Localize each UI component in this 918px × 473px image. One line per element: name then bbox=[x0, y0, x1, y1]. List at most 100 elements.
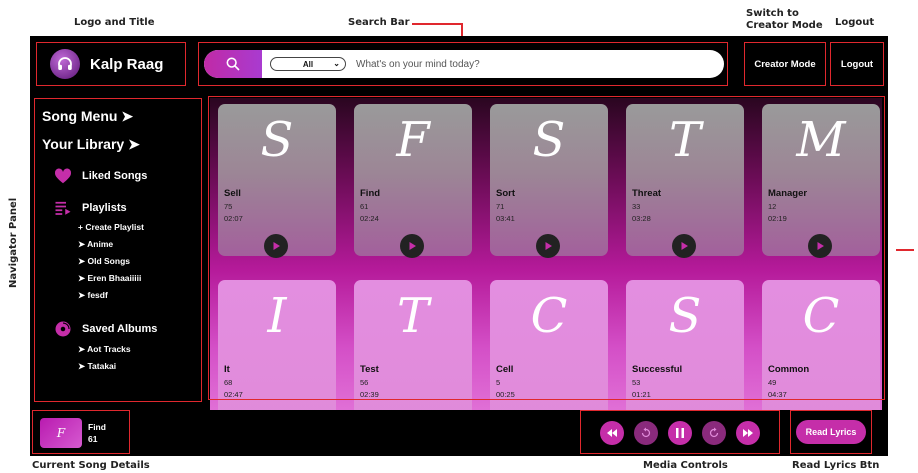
logo-and-title[interactable]: Kalp Raag bbox=[36, 42, 186, 86]
album-link[interactable]: ➤ Aot Tracks bbox=[78, 344, 131, 355]
playlist-link[interactable]: ➤ Anime bbox=[78, 239, 113, 250]
next-track-button[interactable] bbox=[736, 421, 760, 445]
playlist-link[interactable]: + Create Playlist bbox=[78, 222, 144, 232]
annot-switch-creator-1: Switch to bbox=[746, 8, 799, 19]
song-art-glyph: S bbox=[532, 112, 566, 168]
current-song-count: 61 bbox=[88, 434, 98, 444]
play-button[interactable] bbox=[536, 234, 560, 258]
song-title: Sell bbox=[224, 188, 241, 199]
song-title: Successful bbox=[632, 364, 683, 375]
song-title: Find bbox=[360, 188, 381, 199]
read-lyrics-button[interactable]: Read Lyrics bbox=[796, 420, 866, 444]
liked-songs-label: Liked Songs bbox=[82, 170, 148, 182]
song-duration: 02:47 bbox=[224, 390, 243, 399]
song-card[interactable]: T Threat 33 03:28 bbox=[626, 104, 744, 258]
annot-arrow bbox=[896, 249, 914, 251]
annot-arrow bbox=[412, 23, 462, 25]
search-filter-select[interactable]: All ⌄ bbox=[270, 57, 346, 71]
song-grid: S Sell 75 02:07 F Find 61 02:24 S Sort 71 03:41 T Thr… bbox=[210, 98, 882, 410]
song-duration: 02:07 bbox=[224, 214, 243, 223]
annot-search-bar: Search Bar bbox=[348, 17, 410, 28]
search-bar[interactable]: All ⌄ What's on your mind today? bbox=[204, 50, 724, 78]
pause-icon bbox=[676, 428, 684, 438]
playlists-label: Playlists bbox=[82, 202, 127, 214]
search-input[interactable]: What's on your mind today? bbox=[356, 59, 480, 70]
song-duration: 03:28 bbox=[632, 214, 651, 223]
song-duration: 02:24 bbox=[360, 214, 379, 223]
song-count: 33 bbox=[632, 202, 641, 211]
search-filter-value: All bbox=[302, 59, 314, 69]
seek-forward-button[interactable] bbox=[702, 421, 726, 445]
annotated-screenshot: Logo and Title Search Bar Switch to Crea… bbox=[0, 0, 918, 473]
song-title: Threat bbox=[632, 188, 662, 199]
song-count: 12 bbox=[768, 202, 777, 211]
current-song-name: Find bbox=[88, 422, 106, 432]
chevron-down-icon: ⌄ bbox=[333, 59, 340, 68]
playlists-item[interactable]: Playlists bbox=[54, 200, 127, 216]
song-count: 61 bbox=[360, 202, 369, 211]
current-song-details[interactable]: F Find 61 bbox=[36, 414, 128, 452]
seek-back-button[interactable] bbox=[634, 421, 658, 445]
song-card[interactable]: M Manager 12 02:19 bbox=[762, 104, 880, 258]
song-card[interactable]: S Sort 71 03:41 bbox=[490, 104, 608, 258]
media-controls bbox=[582, 414, 778, 452]
song-card[interactable]: T Test 56 02:39 bbox=[354, 280, 472, 410]
liked-songs-item[interactable]: Liked Songs bbox=[54, 168, 147, 184]
play-icon bbox=[817, 242, 824, 250]
app-title: Kalp Raag bbox=[90, 55, 164, 73]
annot-logout: Logout bbox=[835, 17, 875, 28]
song-art-glyph: S bbox=[668, 288, 702, 344]
song-card[interactable]: C Common 49 04:37 bbox=[762, 280, 880, 410]
play-icon bbox=[273, 242, 280, 250]
song-title: Common bbox=[768, 364, 810, 375]
app-window: Kalp Raag All ⌄ What's on your mind toda… bbox=[30, 36, 888, 456]
play-icon bbox=[409, 242, 416, 250]
song-art-glyph: M bbox=[796, 112, 846, 168]
song-duration: 02:39 bbox=[360, 390, 379, 399]
song-art-glyph: F bbox=[396, 112, 430, 168]
song-duration: 01:21 bbox=[632, 390, 651, 399]
your-library-link[interactable]: Your Library ➤ bbox=[42, 136, 140, 153]
headphones-icon bbox=[50, 49, 80, 79]
song-count: 49 bbox=[768, 378, 777, 387]
search-icon bbox=[226, 57, 240, 71]
play-button[interactable] bbox=[264, 234, 288, 258]
song-art-glyph: S bbox=[260, 112, 294, 168]
song-title: It bbox=[224, 364, 230, 375]
previous-track-button[interactable] bbox=[600, 421, 624, 445]
rewind-icon bbox=[607, 429, 617, 437]
annot-switch-creator-2: Creator Mode bbox=[746, 20, 823, 31]
song-count: 71 bbox=[496, 202, 505, 211]
song-art-glyph: I bbox=[267, 288, 287, 344]
playlist-link[interactable]: ➤ Eren Bhaaiiiii bbox=[78, 273, 141, 284]
song-card[interactable]: I It 68 02:47 bbox=[218, 280, 336, 410]
play-button[interactable] bbox=[400, 234, 424, 258]
play-button[interactable] bbox=[808, 234, 832, 258]
playlist-icon bbox=[55, 201, 71, 215]
song-card[interactable]: F Find 61 02:24 bbox=[354, 104, 472, 258]
playlist-link[interactable]: ➤ fesdf bbox=[78, 290, 108, 301]
pause-button[interactable] bbox=[668, 421, 692, 445]
song-art-glyph: C bbox=[802, 288, 840, 344]
annot-current-song: Current Song Details bbox=[32, 460, 150, 471]
navigator-panel: Song Menu ➤ Your Library ➤ Liked Songs P… bbox=[36, 98, 202, 400]
song-count: 5 bbox=[496, 378, 501, 387]
album-disc-icon bbox=[55, 321, 71, 337]
saved-albums-item[interactable]: Saved Albums bbox=[54, 320, 157, 338]
song-card[interactable]: S Successful 53 01:21 bbox=[626, 280, 744, 410]
creator-mode-button[interactable]: Creator Mode bbox=[750, 50, 820, 78]
song-card[interactable]: S Sell 75 02:07 bbox=[218, 104, 336, 258]
playlist-link[interactable]: ➤ Old Songs bbox=[78, 256, 130, 267]
annot-media-controls: Media Controls bbox=[643, 460, 728, 471]
song-card[interactable]: C Cell 5 00:25 bbox=[490, 280, 608, 410]
song-menu-link[interactable]: Song Menu ➤ bbox=[42, 108, 133, 125]
album-link[interactable]: ➤ Tatakai bbox=[78, 361, 116, 372]
logout-button[interactable]: Logout bbox=[832, 50, 882, 78]
song-title: Test bbox=[360, 364, 379, 375]
song-title: Cell bbox=[496, 364, 514, 375]
play-button[interactable] bbox=[672, 234, 696, 258]
annot-navigator: Navigator Panel bbox=[8, 197, 19, 288]
saved-albums-label: Saved Albums bbox=[82, 323, 158, 335]
current-song-art: F bbox=[40, 418, 82, 448]
search-button[interactable] bbox=[204, 50, 262, 78]
